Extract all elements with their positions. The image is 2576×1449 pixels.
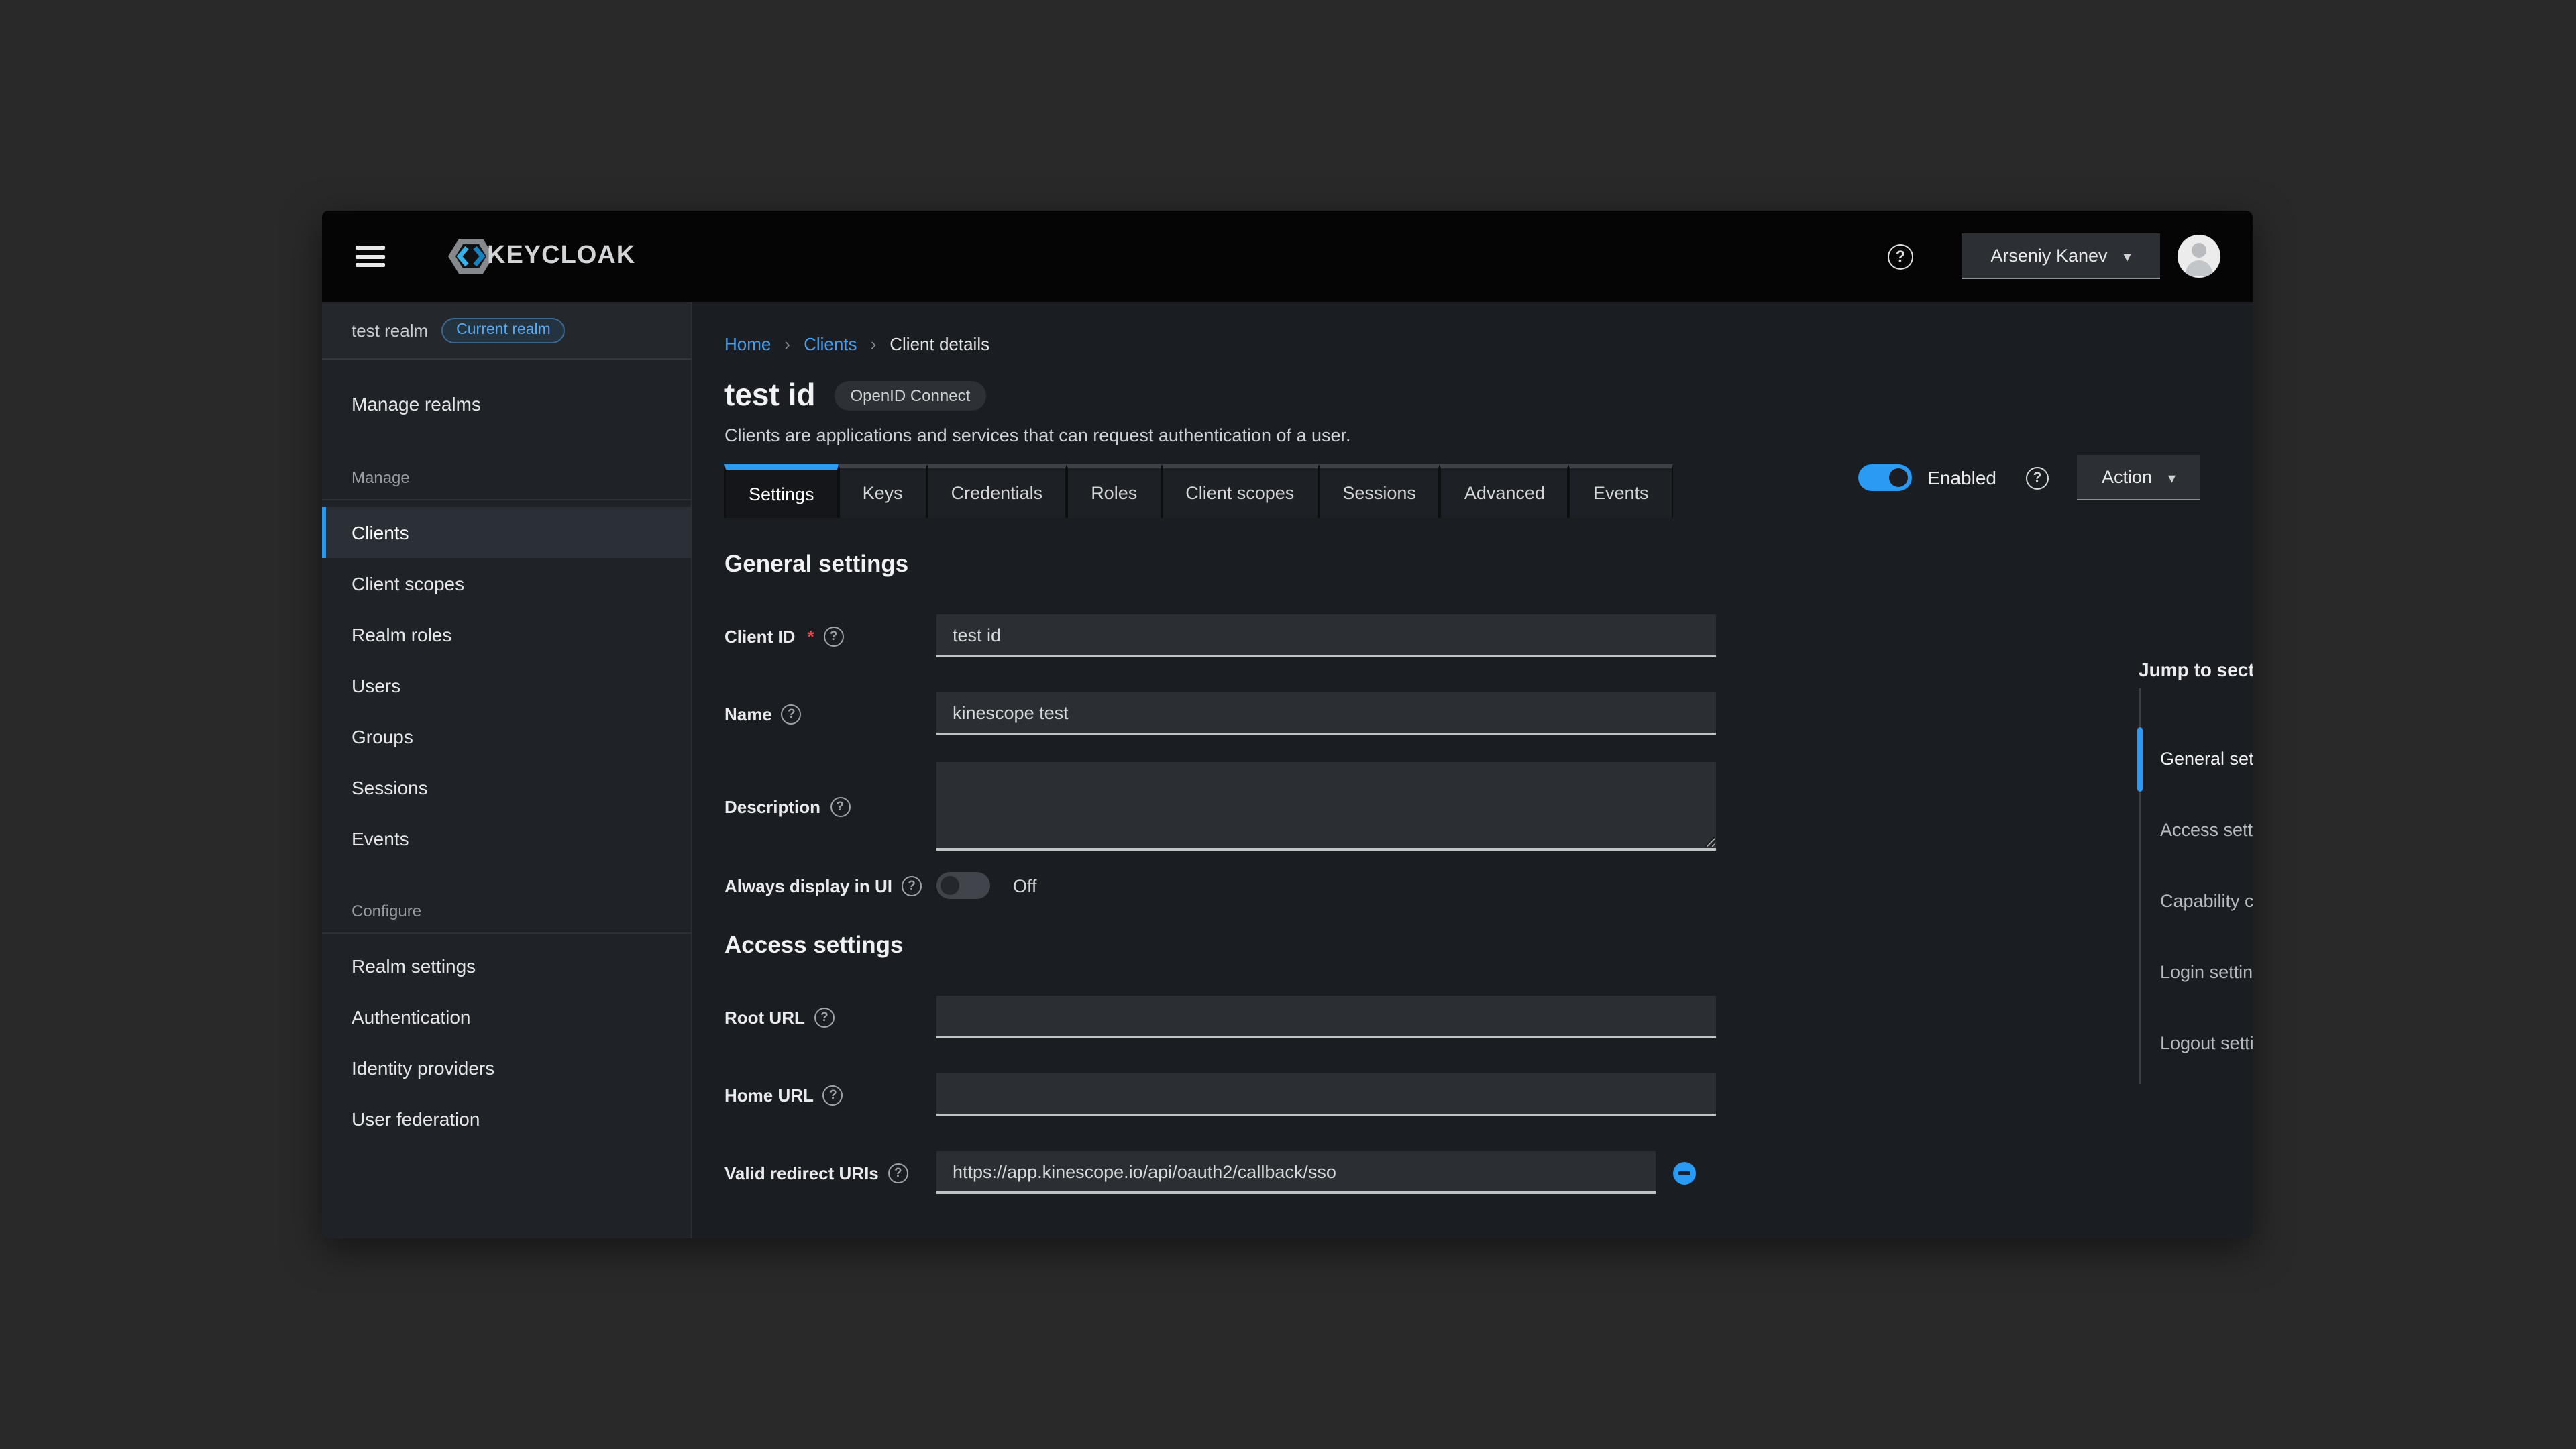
access-settings-heading: Access settings bbox=[724, 931, 1747, 961]
always-display-label: Always display in UI bbox=[724, 875, 936, 896]
always-display-state: Off bbox=[1013, 875, 1037, 896]
jump-to-section-panel: Jump to section General settings Access … bbox=[2139, 659, 2253, 1079]
jump-title: Jump to section bbox=[2139, 659, 2253, 680]
user-menu-button[interactable]: Arseniy Kanev bbox=[1962, 233, 2160, 279]
always-display-row: Always display in UI Off bbox=[724, 872, 1747, 899]
jump-item-logout-settings[interactable]: Logout settings bbox=[2139, 1008, 2253, 1079]
jump-item-general-settings[interactable]: General settings bbox=[2139, 723, 2253, 794]
home-url-label: Home URL bbox=[724, 1085, 936, 1105]
enabled-toggle[interactable] bbox=[1858, 464, 1911, 491]
action-dropdown-button[interactable]: Action bbox=[2077, 455, 2200, 500]
jump-item-access-settings[interactable]: Access settings bbox=[2139, 794, 2253, 865]
app-body: test realm Current realm Manage realms M… bbox=[322, 302, 2253, 1238]
client-id-label: Client ID * bbox=[724, 626, 936, 646]
home-url-help-icon[interactable] bbox=[823, 1085, 843, 1105]
sidebar-manage-list: Clients Client scopes Realm roles Users … bbox=[322, 507, 691, 864]
sidebar-item-sessions[interactable]: Sessions bbox=[322, 762, 691, 813]
sidebar: test realm Current realm Manage realms M… bbox=[322, 302, 692, 1238]
page-title: test id bbox=[724, 377, 815, 413]
sidebar-item-realm-roles[interactable]: Realm roles bbox=[322, 609, 691, 660]
hamburger-menu-icon[interactable] bbox=[356, 246, 385, 267]
sidebar-group-configure: Configure bbox=[322, 902, 691, 934]
root-url-help-icon[interactable] bbox=[814, 1007, 835, 1027]
root-url-row: Root URL bbox=[724, 996, 1747, 1038]
sidebar-item-events[interactable]: Events bbox=[322, 813, 691, 864]
tab-advanced[interactable]: Advanced bbox=[1440, 464, 1569, 518]
breadcrumb-current: Client details bbox=[890, 334, 989, 354]
sidebar-item-identity-providers[interactable]: Identity providers bbox=[322, 1042, 691, 1093]
redirect-uris-label: Valid redirect URIs bbox=[724, 1163, 936, 1183]
sidebar-item-groups[interactable]: Groups bbox=[322, 711, 691, 762]
root-url-input[interactable] bbox=[936, 996, 1716, 1038]
redirect-uris-help-icon[interactable] bbox=[888, 1163, 908, 1183]
name-label: Name bbox=[724, 704, 936, 724]
sidebar-item-user-federation[interactable]: User federation bbox=[322, 1093, 691, 1144]
general-settings-heading: General settings bbox=[724, 550, 1747, 580]
sidebar-group-manage: Manage bbox=[322, 468, 691, 500]
tab-credentials[interactable]: Credentials bbox=[927, 464, 1067, 518]
settings-form: General settings Client ID * Name bbox=[724, 550, 1747, 1194]
root-url-label: Root URL bbox=[724, 1007, 936, 1027]
realm-selector[interactable]: test realm Current realm bbox=[322, 302, 691, 360]
brand-text: KEYCLOAK bbox=[487, 241, 635, 271]
keycloak-admin-window: KEYCLOAK Arseniy Kanev test realm Curren… bbox=[322, 211, 2253, 1238]
sidebar-item-manage-realms[interactable]: Manage realms bbox=[322, 378, 691, 429]
jump-list: General settings Access settings Capabil… bbox=[2139, 723, 2253, 1079]
avatar[interactable] bbox=[2178, 235, 2220, 278]
required-asterisk: * bbox=[807, 626, 814, 646]
tab-events[interactable]: Events bbox=[1569, 464, 1673, 518]
masthead: KEYCLOAK Arseniy Kanev bbox=[322, 211, 2253, 302]
always-display-help-icon[interactable] bbox=[902, 875, 922, 896]
main-content: Home Clients Client details test id Open… bbox=[692, 302, 2253, 1238]
chevron-down-icon bbox=[2124, 246, 2131, 266]
redirect-uris-row: Valid redirect URIs bbox=[724, 1151, 1747, 1194]
tab-settings[interactable]: Settings bbox=[724, 464, 839, 518]
breadcrumb: Home Clients Client details bbox=[724, 334, 2253, 354]
page-meta: Enabled Action bbox=[1858, 455, 2200, 500]
sidebar-item-realm-settings[interactable]: Realm settings bbox=[322, 941, 691, 991]
client-id-input[interactable] bbox=[936, 614, 1716, 657]
help-icon[interactable] bbox=[1888, 244, 1913, 269]
enabled-help-icon[interactable] bbox=[2026, 466, 2049, 489]
redirect-uri-input[interactable] bbox=[936, 1151, 1656, 1194]
tab-roles[interactable]: Roles bbox=[1067, 464, 1161, 518]
page-subtitle: Clients are applications and services th… bbox=[724, 425, 2253, 445]
sidebar-item-users[interactable]: Users bbox=[322, 660, 691, 711]
sidebar-item-authentication[interactable]: Authentication bbox=[322, 991, 691, 1042]
tab-client-scopes[interactable]: Client scopes bbox=[1161, 464, 1318, 518]
description-textarea[interactable] bbox=[936, 762, 1716, 851]
home-url-input[interactable] bbox=[936, 1073, 1716, 1116]
description-row: Description bbox=[724, 762, 1747, 851]
jump-item-capability-config[interactable]: Capability config bbox=[2139, 865, 2253, 936]
name-row: Name bbox=[724, 692, 1747, 735]
protocol-badge: OpenID Connect bbox=[834, 380, 986, 410]
breadcrumb-clients[interactable]: Clients bbox=[804, 334, 890, 354]
sidebar-item-clients[interactable]: Clients bbox=[322, 507, 691, 558]
enabled-label: Enabled bbox=[1927, 467, 1996, 488]
keycloak-logo: KEYCLOAK bbox=[447, 235, 635, 278]
chevron-down-icon bbox=[2168, 467, 2176, 487]
jump-item-login-settings[interactable]: Login settings bbox=[2139, 936, 2253, 1008]
remove-redirect-uri-icon[interactable] bbox=[1673, 1161, 1696, 1184]
name-input[interactable] bbox=[936, 692, 1716, 735]
screen: KEYCLOAK Arseniy Kanev test realm Curren… bbox=[0, 0, 2576, 1449]
user-name: Arseniy Kanev bbox=[1990, 246, 2107, 266]
description-help-icon[interactable] bbox=[830, 796, 850, 816]
always-display-toggle[interactable] bbox=[936, 872, 990, 899]
home-url-row: Home URL bbox=[724, 1073, 1747, 1116]
sidebar-configure-list: Realm settings Authentication Identity p… bbox=[322, 941, 691, 1144]
tab-sessions[interactable]: Sessions bbox=[1318, 464, 1440, 518]
current-realm-badge: Current realm bbox=[441, 317, 566, 343]
sidebar-item-client-scopes[interactable]: Client scopes bbox=[322, 558, 691, 609]
tab-keys[interactable]: Keys bbox=[839, 464, 927, 518]
masthead-right: Arseniy Kanev bbox=[1888, 233, 2220, 279]
name-help-icon[interactable] bbox=[782, 704, 802, 724]
breadcrumb-home[interactable]: Home bbox=[724, 334, 804, 354]
realm-name: test realm bbox=[352, 320, 428, 340]
client-id-help-icon[interactable] bbox=[824, 626, 844, 646]
redirect-uris-control bbox=[936, 1151, 1696, 1194]
client-id-row: Client ID * bbox=[724, 614, 1747, 657]
description-label: Description bbox=[724, 796, 936, 816]
page-title-row: test id OpenID Connect bbox=[724, 377, 2253, 413]
